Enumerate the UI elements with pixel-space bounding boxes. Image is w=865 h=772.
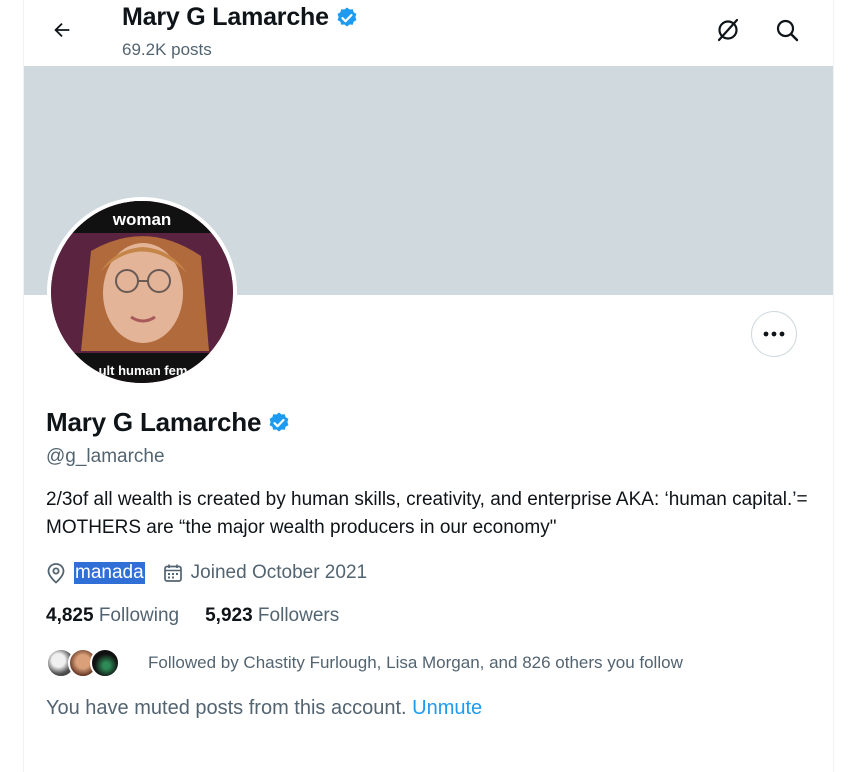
- following-link[interactable]: 4,825 Following: [46, 605, 179, 627]
- avatar-photo: woman ult human fem: [51, 201, 233, 383]
- profile-bio: 2/3of all wealth is created by human ski…: [46, 489, 808, 538]
- search-button[interactable]: [769, 12, 805, 48]
- top-header: Mary G Lamarche 69.2K posts: [24, 0, 833, 66]
- avatar-top-text: woman: [112, 210, 172, 229]
- follower-avatar: [90, 648, 120, 678]
- joined-item: Joined October 2021: [163, 562, 367, 584]
- location-item: manada: [46, 562, 145, 584]
- display-name: Mary G Lamarche: [46, 407, 262, 437]
- grok-button[interactable]: [710, 12, 746, 48]
- posts-count: 69.2K posts: [122, 40, 212, 59]
- follow-stats: 4,825 Following 5,923 Followers: [46, 605, 365, 627]
- more-options-button[interactable]: [751, 311, 797, 357]
- profile-column: Mary G Lamarche 69.2K posts woman ult hu…: [23, 0, 834, 772]
- followed-by-row[interactable]: Followed by Chastity Furlough, Lisa Morg…: [46, 648, 683, 678]
- location-pin-icon: [47, 563, 65, 584]
- location-text: manada: [74, 562, 145, 584]
- back-arrow-icon: [54, 22, 70, 38]
- header-name: Mary G Lamarche: [122, 3, 329, 31]
- muted-notice: You have muted posts from this account. …: [46, 697, 482, 720]
- user-handle: @g_lamarche: [46, 446, 165, 467]
- followed-by-text: Followed by Chastity Furlough, Lisa Morg…: [148, 653, 683, 672]
- calendar-icon: [163, 564, 182, 582]
- followers-link[interactable]: 5,923 Followers: [205, 605, 339, 627]
- display-name-row: Mary G Lamarche: [46, 407, 291, 438]
- muted-text: You have muted posts from this account.: [46, 697, 407, 719]
- verified-badge-icon[interactable]: [267, 411, 291, 435]
- followers-label: Followers: [257, 605, 340, 626]
- search-icon: [776, 19, 799, 42]
- more-dots-icon: [763, 331, 785, 337]
- joined-date: Joined October 2021: [190, 562, 368, 583]
- follower-avatars: [46, 648, 120, 678]
- grok-icon: [717, 18, 739, 42]
- following-count: 4,825: [46, 605, 94, 626]
- followers-count: 5,923: [205, 605, 253, 626]
- verified-badge-icon: [337, 7, 357, 27]
- unmute-link[interactable]: Unmute: [412, 697, 482, 719]
- profile-avatar[interactable]: woman ult human fem: [47, 197, 237, 387]
- header-title: Mary G Lamarche: [122, 3, 359, 32]
- back-button[interactable]: [44, 12, 80, 48]
- following-label: Following: [98, 605, 180, 626]
- profile-meta: manada Joined October 2021: [46, 560, 385, 586]
- avatar-bottom-text: ult human fem: [99, 363, 188, 378]
